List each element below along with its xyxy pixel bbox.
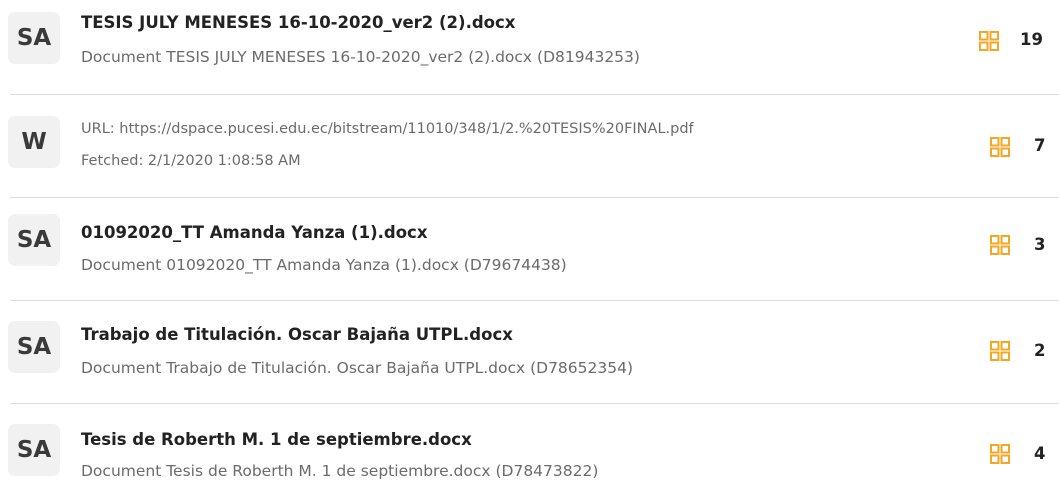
match-count: 3 bbox=[1034, 235, 1046, 254]
source-description: Document Tesis de Roberth M. 1 de septie… bbox=[81, 462, 599, 480]
source-type-badge: SA bbox=[8, 321, 60, 373]
source-description: Document Trabajo de Titulación. Oscar Ba… bbox=[81, 359, 634, 377]
source-url[interactable]: URL: https://dspace.pucesi.edu.ec/bitstr… bbox=[81, 121, 694, 137]
source-title[interactable]: Trabajo de Titulación. Oscar Bajaña UTPL… bbox=[81, 325, 513, 344]
source-title[interactable]: 01092020_TT Amanda Yanza (1).docx bbox=[81, 223, 427, 242]
source-row[interactable]: SA 01092020_TT Amanda Yanza (1).docx Doc… bbox=[0, 198, 1059, 301]
match-count: 19 bbox=[1020, 30, 1043, 49]
match-count: 4 bbox=[1034, 444, 1046, 463]
matches-grid-icon[interactable] bbox=[979, 31, 999, 51]
matches-grid-icon[interactable] bbox=[990, 137, 1010, 157]
matches-grid-icon[interactable] bbox=[990, 235, 1010, 255]
source-type-badge: SA bbox=[8, 12, 60, 64]
source-fetched-date: Fetched: 2/1/2020 1:08:58 AM bbox=[81, 153, 301, 169]
match-count: 2 bbox=[1034, 341, 1046, 360]
source-row[interactable]: SA Tesis de Roberth M. 1 de septiembre.d… bbox=[0, 404, 1059, 481]
source-type-badge: SA bbox=[8, 214, 60, 266]
source-title[interactable]: Tesis de Roberth M. 1 de septiembre.docx bbox=[81, 430, 472, 449]
matches-grid-icon[interactable] bbox=[990, 444, 1010, 464]
source-row[interactable]: W URL: https://dspace.pucesi.edu.ec/bits… bbox=[0, 95, 1059, 198]
source-description: Document TESIS JULY MENESES 16-10-2020_v… bbox=[81, 48, 640, 66]
sources-list: SA TESIS JULY MENESES 16-10-2020_ver2 (2… bbox=[0, 0, 1059, 481]
source-row[interactable]: SA TESIS JULY MENESES 16-10-2020_ver2 (2… bbox=[0, 0, 1059, 95]
source-row[interactable]: SA Trabajo de Titulación. Oscar Bajaña U… bbox=[0, 301, 1059, 404]
source-type-badge: SA bbox=[8, 424, 60, 476]
source-type-badge: W bbox=[8, 116, 60, 168]
match-count: 7 bbox=[1034, 136, 1046, 155]
source-description: Document 01092020_TT Amanda Yanza (1).do… bbox=[81, 256, 567, 274]
matches-grid-icon[interactable] bbox=[990, 341, 1010, 361]
source-title[interactable]: TESIS JULY MENESES 16-10-2020_ver2 (2).d… bbox=[81, 13, 515, 32]
